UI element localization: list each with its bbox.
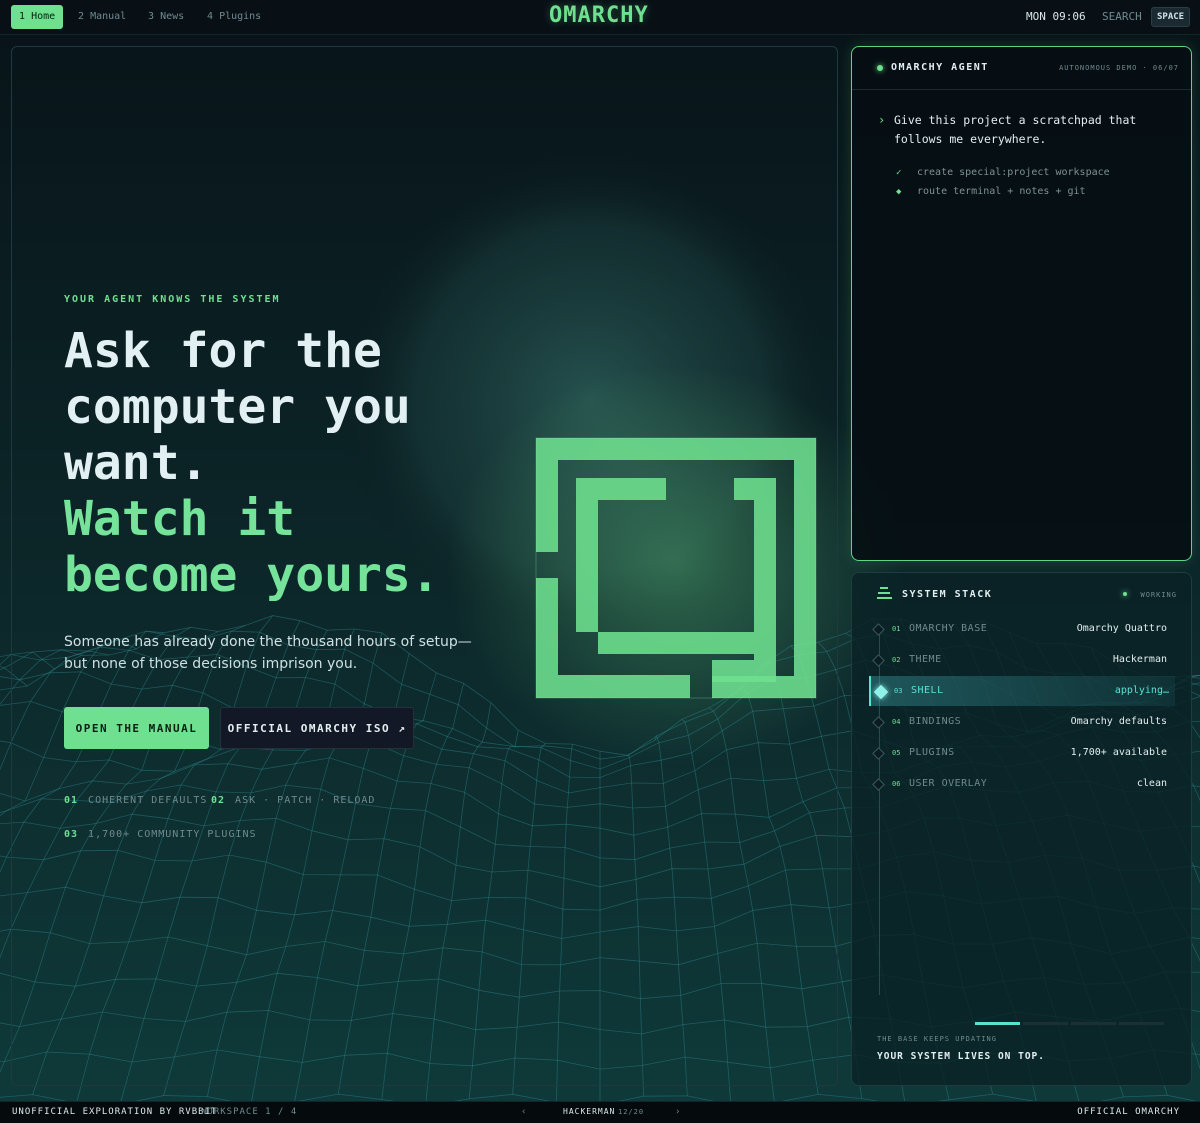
stack-row[interactable]: 06 USER OVERLAY clean <box>869 769 1173 799</box>
workspace-label: Home <box>31 11 55 22</box>
timeline-node-icon <box>872 778 885 791</box>
stack-title: SYSTEM STACK <box>902 589 992 600</box>
workspace-num: 3 <box>148 11 154 22</box>
stack-row[interactable]: 02 THEME Hackerman <box>869 645 1173 675</box>
hero-headline: Ask for the computer you want. Watch it … <box>64 323 440 603</box>
stack-row[interactable]: 05 PLUGINS 1,700+ available <box>869 738 1173 768</box>
stack-row-value: Hackerman <box>1113 654 1167 665</box>
agent-step: create special:project workspace <box>917 167 1110 178</box>
workspace-num: 1 <box>19 11 25 22</box>
headline-line: computer you <box>64 379 440 435</box>
subtitle-line: but none of those decisions imprison you… <box>64 653 484 675</box>
working-dot-icon <box>1123 592 1127 596</box>
stack-row-index: 02 <box>892 656 900 664</box>
prev-theme-button[interactable]: ‹ <box>521 1107 527 1117</box>
feature-num: 01 <box>64 795 78 806</box>
agent-panel: OMARCHY AGENT AUTONOMOUS DEMO · 06/07 › … <box>851 46 1192 561</box>
stack-row-index: 03 <box>894 687 902 695</box>
credit-text: UNOFFICIAL EXPLORATION BY RVBBIT <box>12 1107 217 1117</box>
timeline-node-icon <box>872 747 885 760</box>
bottom-bar: UNOFFICIAL EXPLORATION BY RVBBIT WORKSPA… <box>0 1101 1200 1123</box>
progress-segment <box>1071 1022 1116 1025</box>
workspace-num: 4 <box>207 11 213 22</box>
search-shortcut-key: SPACE <box>1151 7 1190 27</box>
workspace-tab-news[interactable]: 3 News <box>148 5 184 29</box>
prompt-chevron-icon: › <box>878 113 885 127</box>
stack-row-name: BINDINGS <box>909 716 961 727</box>
stack-row-value: Omarchy Quattro <box>1077 623 1167 634</box>
timeline-node-icon <box>872 654 885 667</box>
workspace-label: Manual <box>90 11 126 22</box>
stack-row[interactable]: 01 OMARCHY BASE Omarchy Quattro <box>869 614 1173 644</box>
stack-row-value: Omarchy defaults <box>1071 716 1167 727</box>
timeline-node-icon <box>872 716 885 729</box>
feature-item: 01 COHERENT DEFAULTS <box>64 795 207 806</box>
timeline-node-icon <box>872 623 885 636</box>
progress-segment <box>975 1022 1020 1025</box>
stack-row[interactable]: 04 BINDINGS Omarchy defaults <box>869 707 1173 737</box>
feature-num: 02 <box>211 795 225 806</box>
workspace-tab-home[interactable]: 1 Home <box>11 5 63 29</box>
system-stack-panel: SYSTEM STACK WORKING 01 OMARCHY BASE Omarc… <box>851 572 1192 1086</box>
stack-row-index: 04 <box>892 718 900 726</box>
feature-num: 03 <box>64 829 78 840</box>
workspace-label: Plugins <box>219 11 261 22</box>
top-bar: 1 Home 2 Manual 3 News 4 Plugins OMARCHY… <box>0 0 1200 35</box>
feature-item: 02 ASK · PATCH · RELOAD <box>211 795 375 806</box>
hero-subtitle: Someone has already done the thousand ho… <box>64 631 484 675</box>
stack-row-name: PLUGINS <box>909 747 955 758</box>
search-button[interactable]: SEARCH <box>1102 10 1142 23</box>
feature-item: 03 1,700+ COMMUNITY PLUGINS <box>64 829 257 840</box>
feature-label: COHERENT DEFAULTS <box>88 795 207 806</box>
agent-title: OMARCHY AGENT <box>891 62 989 73</box>
agent-meta: AUTONOMOUS DEMO · 06/07 <box>1059 64 1179 72</box>
headline-accent-line: become yours. <box>64 547 440 603</box>
progress-segment <box>1023 1022 1068 1025</box>
stack-row-value: applying… <box>1115 685 1169 696</box>
stack-footer-tagline: YOUR SYSTEM LIVES ON TOP. <box>877 1051 1045 1062</box>
brand-logo[interactable]: OMARCHY <box>549 3 649 28</box>
stack-row-value: 1,700+ available <box>1071 747 1167 758</box>
hero-eyebrow: YOUR AGENT KNOWS THE SYSTEM <box>64 294 281 305</box>
workspace-tab-manual[interactable]: 2 Manual <box>78 5 126 29</box>
workspace-indicator: WORKSPACE 1 / 4 <box>201 1107 297 1117</box>
agent-step: route terminal + notes + git <box>917 186 1086 197</box>
stack-row-name: OMARCHY BASE <box>909 623 987 634</box>
theme-count: 12/20 <box>618 1108 644 1116</box>
workspace-label: News <box>160 11 184 22</box>
stack-row-name: SHELL <box>911 685 944 696</box>
feature-label: ASK · PATCH · RELOAD <box>235 795 375 806</box>
subtitle-line: Someone has already done the thousand ho… <box>64 631 484 653</box>
open-manual-button[interactable]: OPEN THE MANUAL <box>64 707 209 749</box>
stack-footer-caption: THE BASE KEEPS UPDATING <box>877 1035 997 1043</box>
progress-segment <box>1119 1022 1164 1025</box>
stack-row-index: 06 <box>892 780 900 788</box>
next-theme-button[interactable]: › <box>675 1107 681 1117</box>
diamond-icon: ◆ <box>896 187 901 197</box>
feature-label: 1,700+ COMMUNITY PLUGINS <box>88 829 257 840</box>
headline-line: want. <box>64 435 440 491</box>
headline-accent-line: Watch it <box>64 491 440 547</box>
agent-panel-header: OMARCHY AGENT AUTONOMOUS DEMO · 06/07 <box>852 47 1191 90</box>
official-omarchy-link[interactable]: OFFICIAL OMARCHY <box>1077 1107 1180 1117</box>
workspace-num: 2 <box>78 11 84 22</box>
stack-layers-icon <box>877 587 893 601</box>
workspace-tab-plugins[interactable]: 4 Plugins <box>207 5 261 29</box>
check-icon: ✓ <box>896 168 901 178</box>
headline-line: Ask for the <box>64 323 440 379</box>
agent-prompt: Give this project a scratchpad that foll… <box>894 111 1174 149</box>
stack-row-index: 05 <box>892 749 900 757</box>
stack-status: WORKING <box>1140 591 1177 599</box>
status-dot-icon <box>877 65 883 71</box>
stack-row-value: clean <box>1137 778 1167 789</box>
theme-name: HACKERMAN <box>563 1107 615 1116</box>
stack-row[interactable]: 03 SHELL applying… <box>869 676 1175 706</box>
stack-row-index: 01 <box>892 625 900 633</box>
clock: MON 09:06 <box>1026 10 1086 23</box>
official-iso-button[interactable]: OFFICIAL OMARCHY ISO ↗ <box>220 707 414 749</box>
stack-row-name: USER OVERLAY <box>909 778 987 789</box>
stack-row-name: THEME <box>909 654 942 665</box>
timeline-node-icon <box>874 685 888 699</box>
